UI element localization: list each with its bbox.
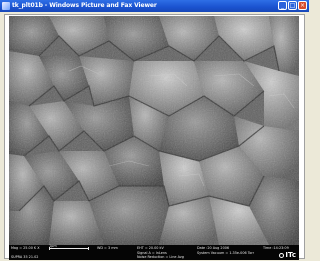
window-title: tk_plt01b - Windows Picture and Fax View… bbox=[12, 2, 157, 9]
vacuum-label: System Vacuum = 1.35e-006 Torr bbox=[197, 250, 255, 255]
window-controls: _ □ × bbox=[278, 1, 307, 10]
itc-logo: ITc bbox=[279, 251, 296, 259]
image-viewport: Mag = 25.00 K X 1μm WD = 3 mm SUPRA 35 2… bbox=[4, 14, 305, 260]
instrument-label: SUPRA 35 21.02 bbox=[11, 255, 39, 259]
app-icon bbox=[2, 2, 10, 10]
minimize-icon[interactable]: _ bbox=[278, 1, 287, 10]
title-bar[interactable]: tk_plt01b - Windows Picture and Fax View… bbox=[0, 0, 309, 12]
sem-data-bar: Mag = 25.00 K X 1μm WD = 3 mm SUPRA 35 2… bbox=[9, 244, 299, 260]
logo-text: ITc bbox=[285, 251, 296, 259]
maximize-icon[interactable]: □ bbox=[288, 1, 297, 10]
time-label: Time :14:23:09 bbox=[263, 246, 289, 250]
close-icon[interactable]: × bbox=[298, 1, 307, 10]
magnification-label: Mag = 25.00 K X bbox=[11, 246, 40, 250]
working-distance-label: WD = 3 mm bbox=[97, 246, 118, 250]
sem-micrograph bbox=[9, 16, 299, 245]
noise-reduction-label: Noise Reduction = Line Avg bbox=[137, 255, 184, 259]
picture-viewer-window: tk_plt01b - Windows Picture and Fax View… bbox=[0, 0, 309, 261]
logo-icon bbox=[279, 252, 285, 258]
scale-bar-label: 1μm bbox=[49, 244, 57, 248]
